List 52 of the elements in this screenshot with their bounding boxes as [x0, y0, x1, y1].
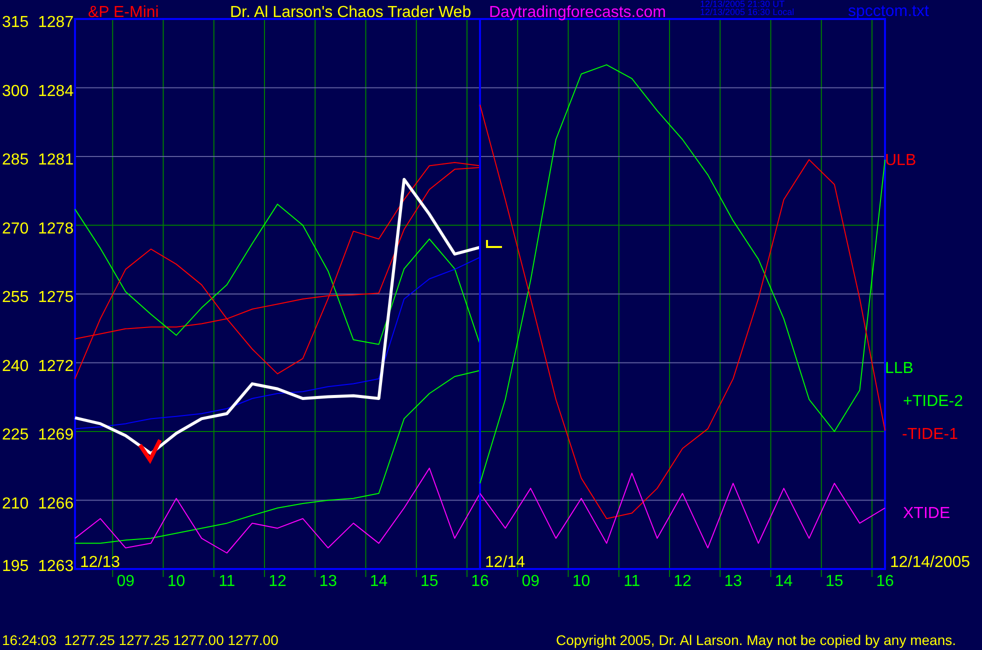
timestamp: 12/13/2005 21:30 UT — [700, 0, 785, 9]
legend-label: -TIDE-1 — [902, 426, 958, 443]
forecast-mark — [486, 240, 502, 248]
axis-label: 1272 — [38, 358, 74, 375]
axis-label: 210 — [2, 495, 29, 512]
timestamp: 12/13/2005 16:30 Local — [700, 7, 794, 17]
axis-label: 11 — [218, 573, 236, 590]
file-name: spcctom.txt — [848, 3, 929, 20]
axis-label: 1284 — [38, 82, 74, 100]
axis-label: 1263 — [38, 558, 74, 575]
copyright-text: Copyright 2005, Dr. Al Larson. May not be copied by any means. — [556, 632, 956, 648]
axis-label: 09 — [522, 573, 540, 590]
date-label: 12/14/2005 — [890, 554, 970, 571]
axis-label: 14 — [774, 573, 793, 590]
chart-title: &P E-Mini — [88, 4, 159, 21]
axis-label: 1269 — [38, 426, 74, 444]
quote-text: 16:24:03 1277.25 1277.25 1277.00 1277.00 — [2, 632, 278, 648]
axis-label: 15 — [420, 573, 438, 590]
axis-label: 12 — [674, 573, 692, 590]
axis-label: 1281 — [38, 152, 74, 168]
axis-label: 16 — [471, 573, 489, 590]
axis-label: 11 — [624, 573, 640, 590]
axis-label: 12 — [268, 573, 286, 590]
legend-label: +TIDE-2 — [903, 393, 964, 410]
axis-label: 10 — [572, 573, 590, 590]
axis-label: 14 — [370, 573, 388, 590]
axis-label: 16 — [876, 573, 894, 590]
axis-label: 285 — [2, 152, 29, 168]
axis-label: 1266 — [38, 495, 74, 512]
axis-label: 1275 — [38, 289, 74, 306]
date-label: 12/14 — [485, 554, 526, 571]
axis-label: 15 — [825, 573, 844, 590]
price-bar-marks — [138, 439, 162, 464]
axis-label: 195 — [2, 558, 29, 575]
axis-label: 13 — [319, 573, 338, 590]
legend-label: LLB — [885, 360, 914, 377]
axis-label: 315 — [2, 14, 29, 31]
axis-label: 270 — [2, 220, 29, 238]
axis-label: 10 — [167, 573, 186, 590]
axis-label: 240 — [2, 358, 29, 375]
date-label: 12/13 — [80, 554, 120, 571]
axis-label: 255 — [2, 289, 29, 306]
axis-label: 09 — [116, 573, 135, 590]
axis-label: 1278 — [38, 220, 74, 238]
axis-label: 1287 — [38, 14, 74, 31]
legend-label: XTIDE — [903, 505, 950, 522]
axis-label: 300 — [2, 82, 29, 100]
website-name: Daytradingforecasts.com — [489, 4, 666, 21]
chart-title: Dr. Al Larson's Chaos Trader Web — [230, 4, 472, 21]
axis-label: 225 — [2, 426, 29, 444]
legend-label: ULB — [885, 152, 916, 169]
axis-label: 13 — [724, 573, 742, 590]
